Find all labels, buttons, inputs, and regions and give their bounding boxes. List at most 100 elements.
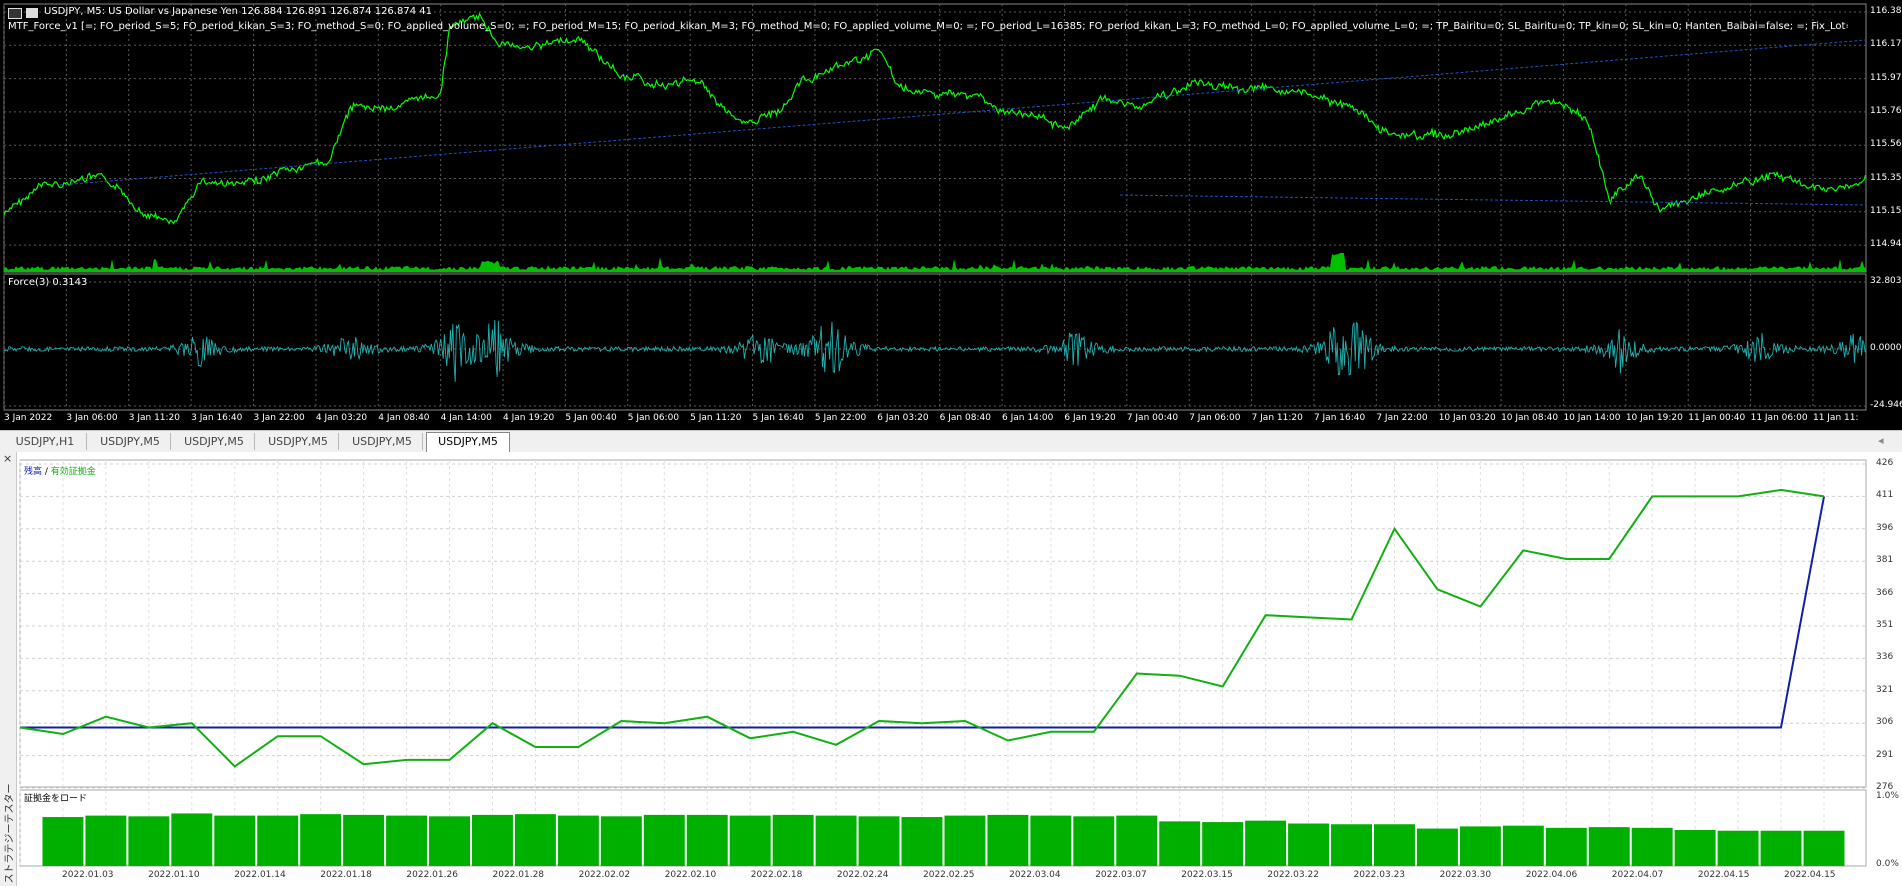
- margin-bar: [514, 814, 556, 866]
- date-tick: 2022.01.14: [234, 870, 286, 880]
- time-tick: 11 Jan 06:00: [1750, 413, 1808, 423]
- margin-bar: [1030, 815, 1072, 866]
- volume-bars: [4, 252, 1866, 272]
- margin-bar: [1331, 824, 1372, 866]
- price-chart-window[interactable]: USDJPY, M5: US Dollar vs Japanese Yen 12…: [0, 0, 1902, 430]
- margin-bar: [472, 814, 513, 866]
- force-oscillator-line: [3, 319, 1866, 382]
- tab-chart-5[interactable]: USDJPY,M5: [342, 433, 423, 450]
- price-tick: 116.175: [1870, 39, 1902, 50]
- indicator-tick: 32.8030: [1870, 276, 1902, 286]
- time-tick: 7 Jan 06:00: [1189, 413, 1241, 423]
- margin-bar: [1717, 830, 1759, 866]
- symbol-info: USDJPY, M5: US Dollar vs Japanese Yen 12…: [44, 6, 432, 17]
- tabs-scroll-left-icon[interactable]: ◂: [1878, 434, 1884, 447]
- time-tick: 3 Jan 06:00: [66, 413, 118, 423]
- balance-chart: [19, 459, 1867, 867]
- margin-tick-bottom: 0.0%: [1876, 859, 1899, 869]
- legend-separator: /: [42, 467, 51, 477]
- balance-pane-border: [19, 459, 1867, 788]
- margin-bar: [386, 815, 428, 866]
- balance-tick: 396: [1876, 522, 1894, 533]
- margin-bar: [643, 814, 685, 866]
- margin-bar: [729, 815, 771, 866]
- trendline-2: [1119, 194, 1867, 206]
- time-tick: 3 Jan 16:40: [191, 413, 243, 423]
- balance-tick: 321: [1876, 684, 1894, 695]
- margin-bar: [1545, 827, 1587, 866]
- time-tick: 3 Jan 11:20: [128, 413, 181, 423]
- margin-bar: [85, 815, 127, 866]
- date-tick: 2022.01.10: [148, 870, 200, 880]
- margin-bar: [987, 814, 1029, 866]
- ea-parameters: MTF_Force_v1 [=; FO_period_S=5; FO_perio…: [8, 21, 1848, 32]
- date-tick: 2022.01.28: [492, 870, 545, 880]
- time-tick: 4 Jan 08:40: [378, 413, 430, 423]
- margin-bar: [1073, 816, 1115, 866]
- margin-bar: [1116, 815, 1158, 866]
- price-tick: 116.380: [1870, 6, 1902, 16]
- margin-bar: [686, 814, 728, 866]
- price-pane-border: [3, 3, 1867, 273]
- date-tick: 2022.03.04: [1009, 870, 1061, 880]
- tab-chart-6[interactable]: USDJPY,M5: [426, 432, 510, 452]
- price-tick: 115.765: [1870, 105, 1902, 116]
- date-tick: 2022.02.25: [923, 870, 975, 880]
- margin-bar: [944, 815, 986, 866]
- time-tick: 5 Jan 11:20: [690, 413, 742, 423]
- time-tick: 11 Jan 00:40: [1688, 413, 1746, 423]
- margin-bar: [1588, 827, 1630, 866]
- time-tick: 10 Jan 08:40: [1501, 413, 1559, 423]
- margin-bar: [1202, 822, 1244, 866]
- margin-bar: [1803, 830, 1845, 866]
- margin-bar: [858, 816, 900, 866]
- margin-bar: [214, 815, 256, 866]
- date-tick: 2022.03.15: [1181, 870, 1233, 880]
- time-tick: 4 Jan 19:20: [503, 413, 555, 423]
- margin-bar: [1674, 830, 1716, 866]
- date-tick: 2022.03.30: [1439, 870, 1492, 880]
- date-tick: 2022.01.26: [406, 870, 458, 880]
- price-tick: 115.560: [1870, 139, 1902, 150]
- legend-balance: 残高: [24, 467, 43, 477]
- margin-bar: [128, 816, 170, 866]
- tab-chart-1[interactable]: USDJPY,H1: [4, 433, 87, 450]
- margin-bar: [343, 814, 385, 866]
- window-menu-icon[interactable]: [8, 8, 22, 19]
- balance-tick: 366: [1876, 587, 1894, 598]
- tab-chart-3[interactable]: USDJPY,M5: [174, 433, 255, 450]
- margin-bar: [1159, 821, 1201, 866]
- tab-chart-4[interactable]: USDJPY,M5: [258, 433, 339, 450]
- date-tick: 2022.02.18: [750, 870, 803, 880]
- price-chart-canvas[interactable]: [0, 0, 1902, 430]
- date-tick: 2022.04.15: [1697, 870, 1750, 880]
- margin-bar: [1459, 826, 1501, 866]
- time-tick: 10 Jan 19:20: [1625, 413, 1683, 423]
- margin-bar: [429, 816, 470, 866]
- time-tick: 6 Jan 03:20: [877, 413, 929, 423]
- margin-bar: [42, 817, 84, 866]
- indicator-tick: -24.946: [1870, 400, 1902, 410]
- tester-legend: 残高 / 有効証拠金: [24, 464, 96, 477]
- date-tick: 2022.02.10: [664, 870, 717, 880]
- margin-bar: [1416, 828, 1458, 866]
- tab-chart-2[interactable]: USDJPY,M5: [90, 433, 171, 450]
- balance-tick: 381: [1876, 555, 1894, 566]
- balance-tick: 351: [1876, 620, 1894, 630]
- time-tick: 10 Jan 03:20: [1438, 413, 1496, 423]
- time-tick: 5 Jan 16:40: [752, 413, 804, 423]
- price-tick: 115.355: [1870, 172, 1902, 183]
- margin-tick-top: 1.0%: [1876, 791, 1899, 801]
- balance-tick: 306: [1876, 717, 1894, 728]
- date-tick: 2022.02.02: [578, 870, 631, 880]
- time-tick: 6 Jan 14:00: [1002, 413, 1054, 423]
- indicator-label: Force(3) 0.3143: [8, 277, 88, 288]
- margin-bar: [1631, 827, 1673, 866]
- strategy-tester-tab-label[interactable]: ストラテジーテスター: [1, 784, 16, 884]
- time-tick: 6 Jan 19:20: [1064, 413, 1116, 423]
- close-icon[interactable]: ×: [3, 452, 12, 465]
- margin-bar: [815, 815, 857, 866]
- date-tick: 2022.04.07: [1611, 870, 1664, 880]
- time-tick: 4 Jan 14:00: [440, 413, 492, 423]
- margin-bar: [1502, 825, 1544, 866]
